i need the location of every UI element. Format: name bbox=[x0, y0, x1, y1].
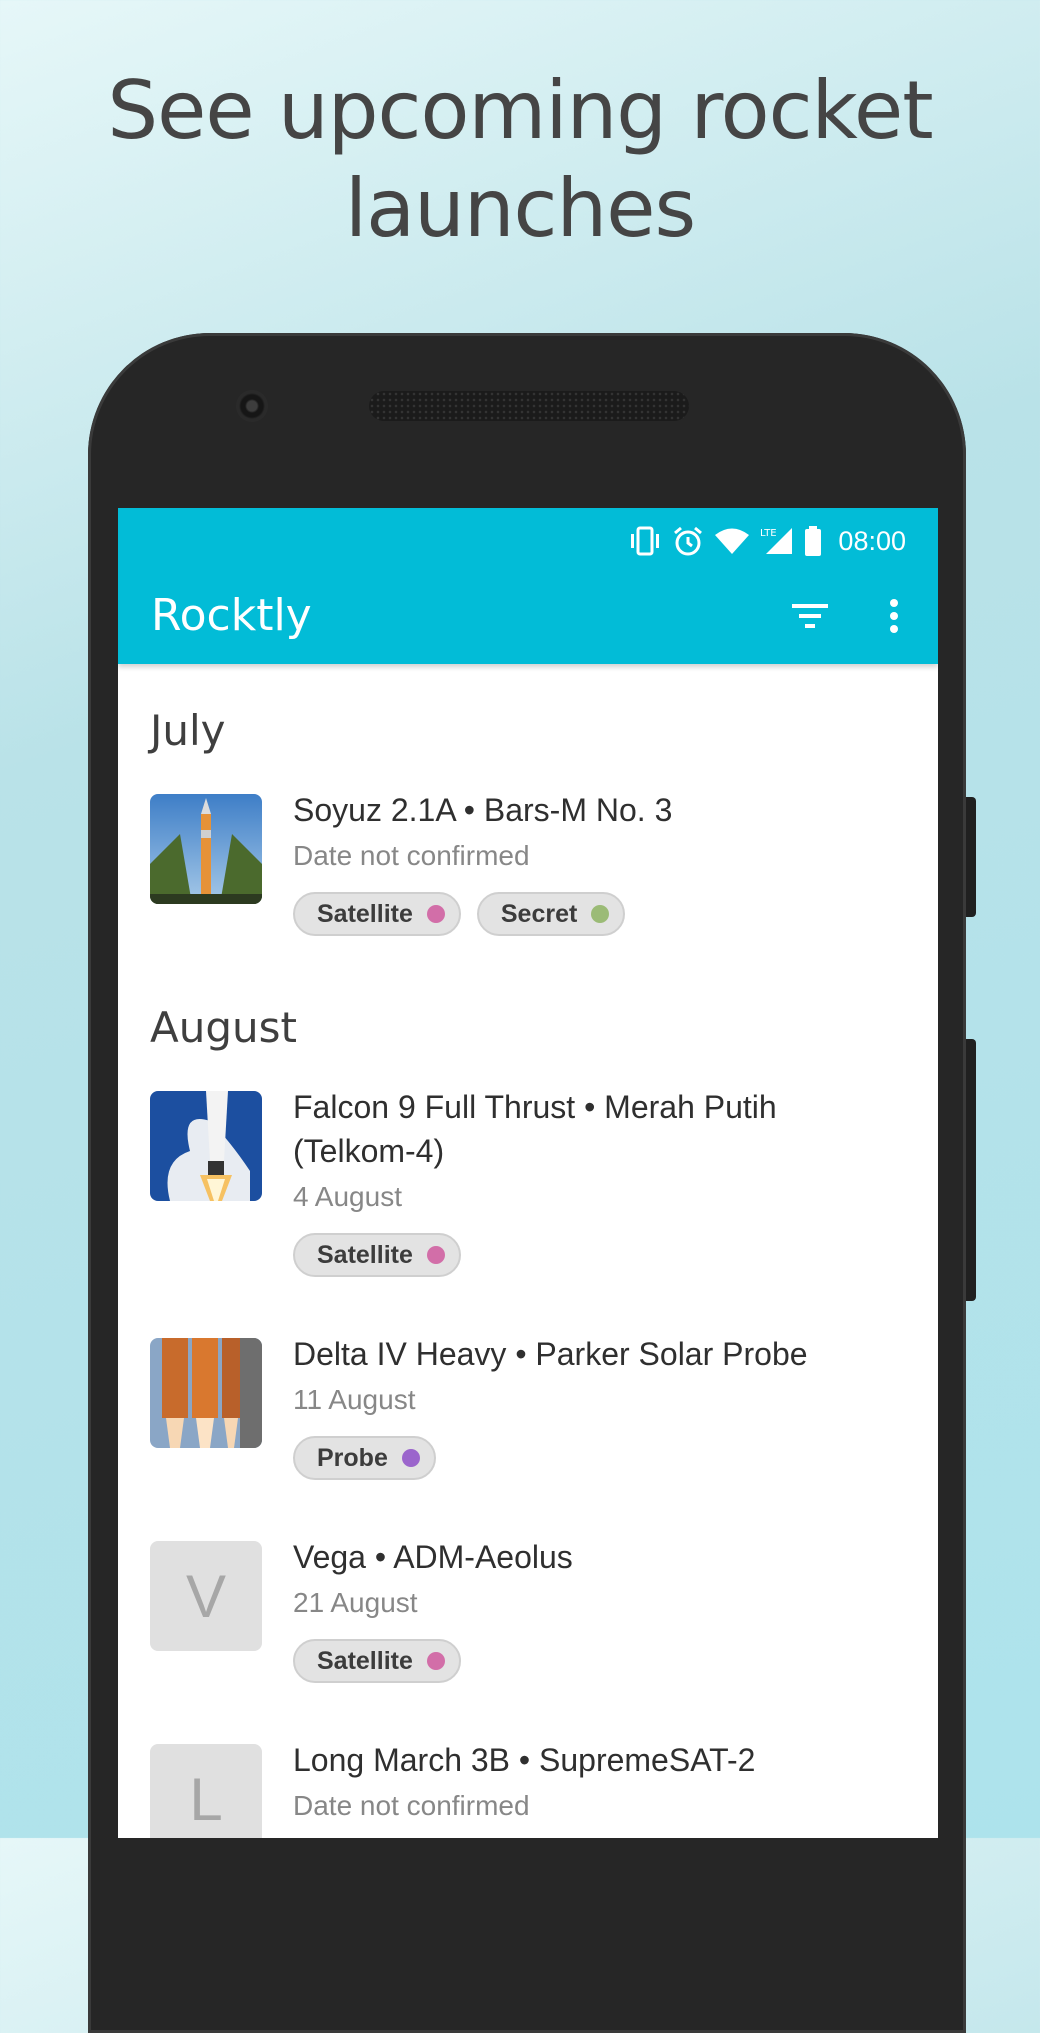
launch-item[interactable]: Soyuz 2.1A • Bars-M No. 3 Date not confi… bbox=[118, 792, 938, 954]
launch-date: 11 August bbox=[293, 1384, 416, 1415]
tag-color-dot bbox=[401, 1449, 420, 1467]
front-camera bbox=[236, 390, 268, 422]
power-button bbox=[966, 1039, 976, 1301]
svg-text:LTE: LTE bbox=[760, 528, 777, 539]
tag-label: Probe bbox=[317, 1443, 388, 1472]
status-time: 08:00 bbox=[838, 525, 906, 556]
tag-label: Satellite bbox=[317, 899, 413, 928]
launch-date: 21 August bbox=[293, 1587, 418, 1618]
app-bar: LTE 08:00 Rocktly bbox=[118, 508, 938, 664]
lte-signal-icon: LTE bbox=[760, 528, 793, 554]
tag-label: Secret bbox=[500, 899, 578, 928]
launch-item[interactable]: V Vega • ADM-Aeolus 21 August Satellite bbox=[118, 1539, 938, 1701]
month-header-july: July bbox=[150, 706, 226, 755]
tag-list: Satellite bbox=[293, 1639, 461, 1683]
month-header-august: August bbox=[150, 1003, 297, 1052]
vibrate-icon bbox=[631, 526, 660, 556]
launch-item[interactable]: Delta IV Heavy • Parker Solar Probe 11 A… bbox=[118, 1336, 938, 1498]
launch-title: Delta IV Heavy • Parker Solar Probe bbox=[293, 1336, 808, 1372]
launch-date: 4 August bbox=[293, 1181, 402, 1212]
launch-title: Falcon 9 Full Thrust • Merah Putih (Telk… bbox=[293, 1085, 913, 1173]
filter-icon bbox=[792, 604, 828, 628]
launch-letter-avatar: V bbox=[150, 1541, 262, 1651]
alarm-icon bbox=[674, 526, 703, 556]
app-title: Rocktly bbox=[151, 590, 312, 641]
volume-button bbox=[966, 797, 976, 917]
tag-label: Satellite bbox=[317, 1240, 413, 1269]
filter-button[interactable] bbox=[784, 590, 836, 642]
tag-color-dot bbox=[426, 905, 445, 923]
launch-title: Soyuz 2.1A • Bars-M No. 3 bbox=[293, 792, 673, 828]
tag-color-dot bbox=[591, 905, 610, 923]
launch-date: Date not confirmed bbox=[293, 840, 530, 871]
launch-title: Long March 3B • SupremeSAT-2 bbox=[293, 1742, 756, 1778]
tag-list: Probe bbox=[293, 1436, 436, 1480]
headline-line-2: launches bbox=[344, 162, 696, 255]
headline: See upcoming rocket launches bbox=[0, 62, 1040, 258]
tag-list: Satellite bbox=[293, 1233, 461, 1277]
launch-thumbnail bbox=[150, 1338, 262, 1448]
tag-chip[interactable]: Secret bbox=[476, 892, 626, 936]
headline-line-1: See upcoming rocket bbox=[107, 64, 933, 157]
launch-item[interactable]: L Long March 3B • SupremeSAT-2 Date not … bbox=[118, 1742, 938, 1838]
launch-item[interactable]: Falcon 9 Full Thrust • Merah Putih (Telk… bbox=[118, 1089, 938, 1291]
tag-chip[interactable]: Satellite bbox=[293, 1639, 461, 1683]
tag-chip[interactable]: Probe bbox=[293, 1436, 436, 1480]
launch-title: Vega • ADM-Aeolus bbox=[293, 1539, 573, 1575]
app-screen: LTE 08:00 Rocktly July Soyuz 2.1A • Bars… bbox=[118, 508, 938, 1838]
launch-letter-avatar: L bbox=[150, 1744, 262, 1838]
tag-color-dot bbox=[426, 1652, 445, 1670]
tag-chip[interactable]: Satellite bbox=[293, 892, 461, 936]
launch-thumbnail bbox=[150, 1091, 262, 1201]
tag-chip[interactable]: Satellite bbox=[293, 1233, 461, 1277]
status-bar: LTE 08:00 bbox=[628, 516, 906, 566]
earpiece-speaker bbox=[369, 391, 689, 421]
tag-color-dot bbox=[426, 1246, 445, 1264]
tag-list: Satellite Secret bbox=[293, 892, 626, 936]
tag-label: Satellite bbox=[317, 1646, 413, 1675]
launch-title-line-2: (Telkom-4) bbox=[293, 1133, 445, 1169]
overflow-menu-button[interactable] bbox=[868, 590, 920, 642]
launch-thumbnail bbox=[150, 794, 262, 904]
launch-date: Date not confirmed bbox=[293, 1790, 530, 1821]
launch-title-line-1: Falcon 9 Full Thrust • Merah Putih bbox=[293, 1089, 777, 1125]
more-vert-icon bbox=[890, 599, 898, 633]
wifi-icon bbox=[715, 528, 750, 554]
battery-icon bbox=[805, 526, 822, 556]
